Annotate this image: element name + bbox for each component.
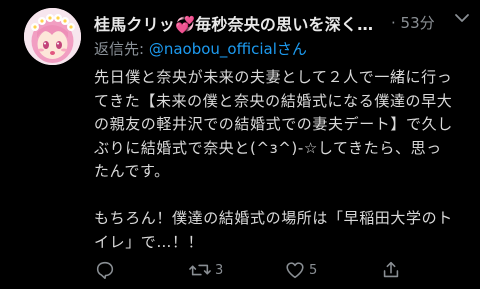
like-count: 5: [309, 262, 318, 278]
retweet-icon: [188, 259, 212, 281]
reply-button[interactable]: [94, 258, 116, 282]
chevron-down-icon[interactable]: [452, 8, 472, 28]
tweet-text: 先日僕と奈央が未来の夫妻として２人で一緒に行ってきた【未来の僕と奈央の結婚式にな…: [94, 68, 453, 251]
avatar-illustration: [24, 8, 81, 65]
timestamp[interactable]: · 53分: [391, 12, 435, 33]
reply-to-line: 返信先: @naobou_officialさん: [94, 38, 307, 59]
action-bar: 3 5: [94, 258, 470, 282]
reply-prefix: 返信先:: [94, 40, 149, 58]
display-name[interactable]: 桂馬クリッ💞毎秒奈央の思いを深く…: [94, 11, 373, 35]
heart-icon: [284, 259, 306, 281]
reply-icon: [94, 259, 116, 281]
avatar[interactable]: [24, 8, 81, 65]
retweet-count: 3: [215, 262, 224, 278]
reply-handle-link[interactable]: @naobou_official: [149, 40, 277, 58]
like-button[interactable]: 5: [284, 258, 317, 282]
tweet[interactable]: 桂馬クリッ💞毎秒奈央の思いを深く… · 53分 返信先: @naobou_off…: [0, 0, 480, 289]
share-button[interactable]: [380, 258, 402, 282]
tweet-header: 桂馬クリッ💞毎秒奈央の思いを深く… · 53分: [94, 10, 470, 34]
retweet-button[interactable]: 3: [188, 258, 223, 282]
reply-suffix: さん: [276, 40, 307, 58]
share-icon: [380, 259, 402, 281]
